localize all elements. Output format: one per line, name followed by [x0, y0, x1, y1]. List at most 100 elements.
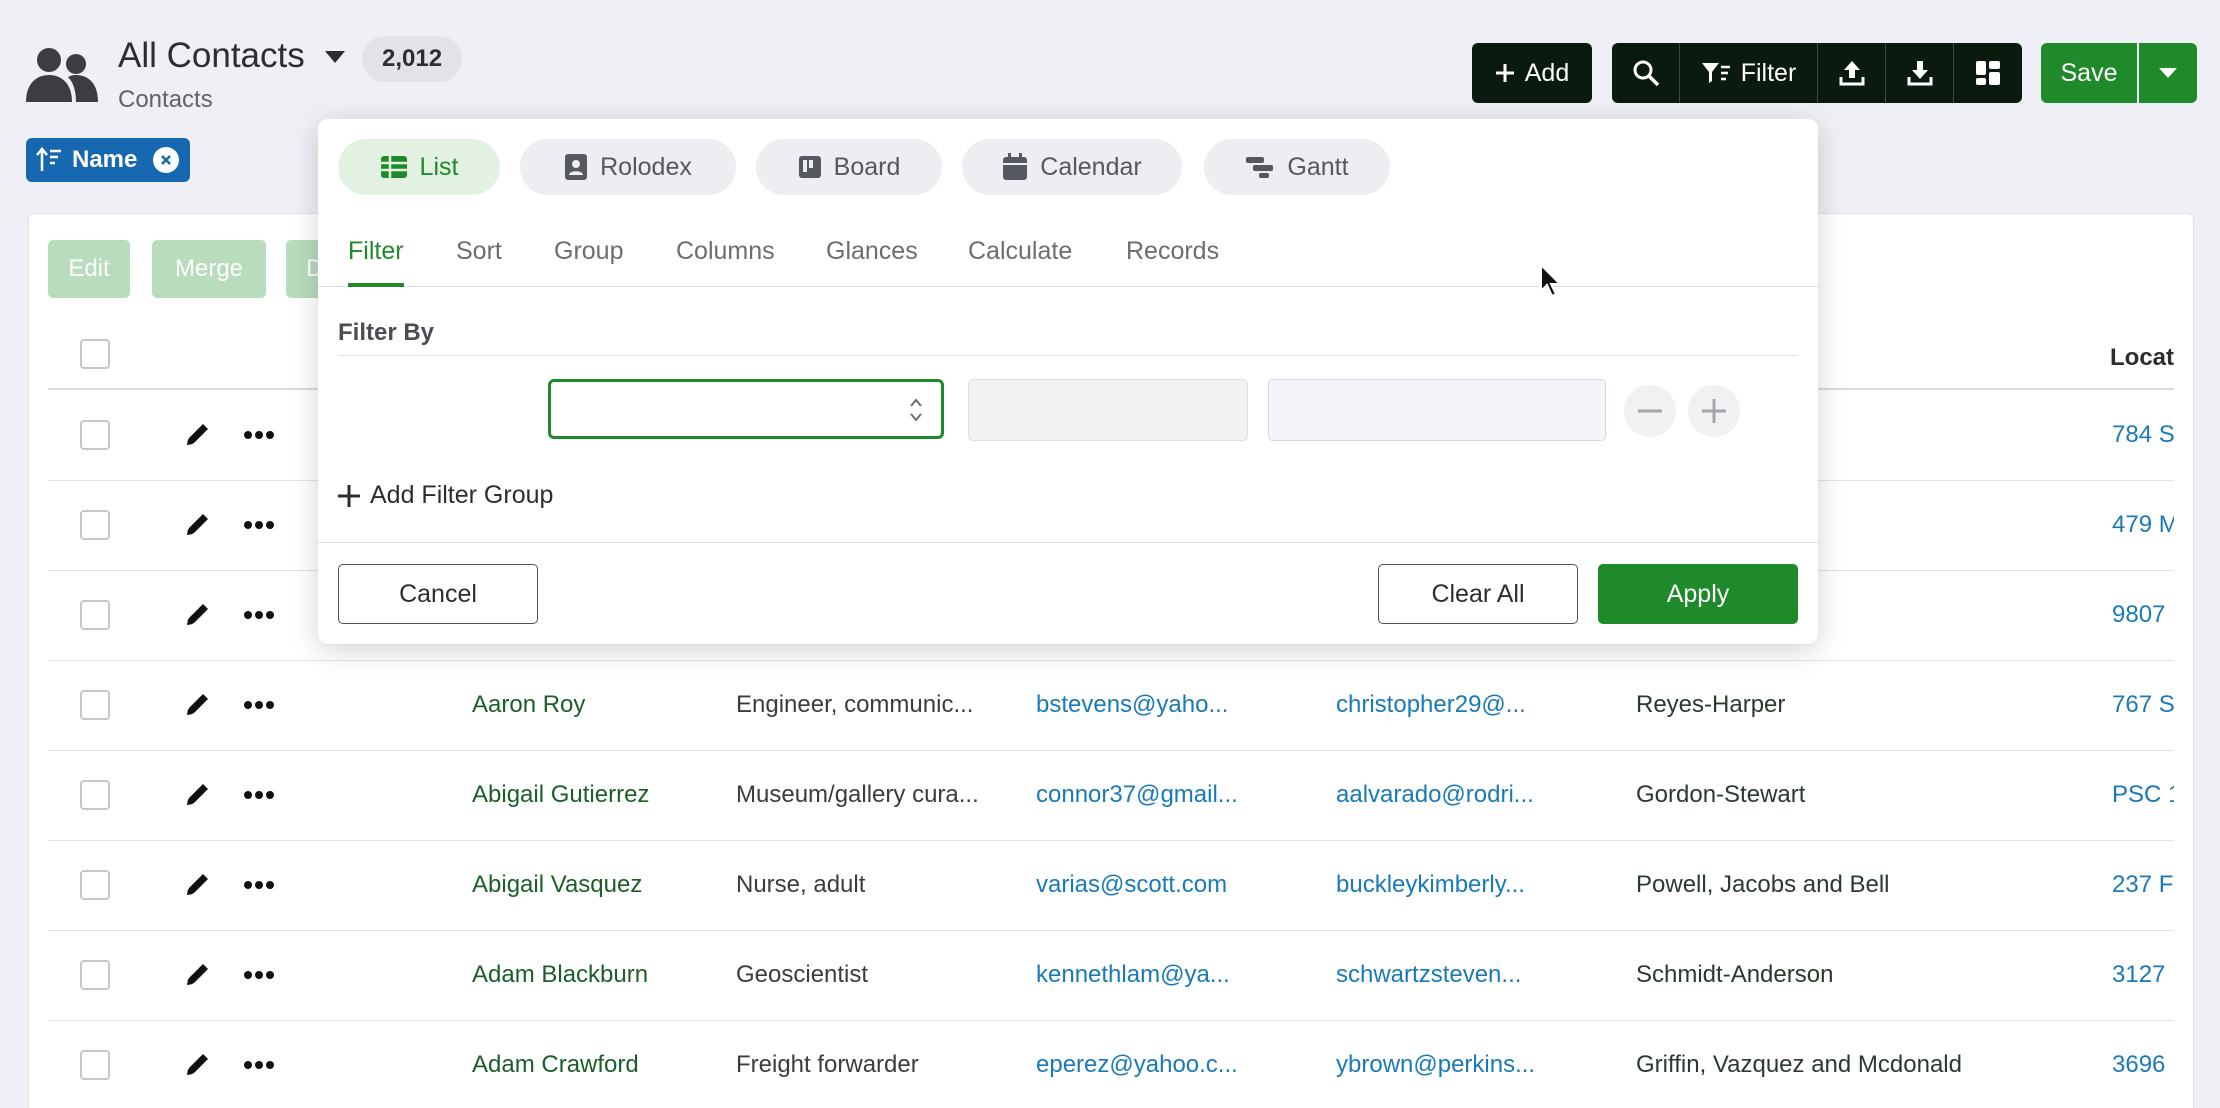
- more-options-icon[interactable]: [244, 610, 274, 620]
- filter-button[interactable]: Filter: [1680, 43, 1818, 103]
- contact-name-link[interactable]: Adam Blackburn: [472, 961, 648, 989]
- more-options-icon[interactable]: [244, 790, 274, 800]
- filter-by-heading: Filter By: [338, 319, 435, 346]
- remove-filter-button[interactable]: [1624, 385, 1676, 437]
- secondary-email-link[interactable]: ybrown@perkins...: [1336, 1051, 1535, 1079]
- secondary-email-link[interactable]: aalvarado@rodri...: [1336, 781, 1534, 809]
- location-link[interactable]: 237 F: [2112, 871, 2174, 899]
- email-link[interactable]: eperez@yahoo.c...: [1036, 1051, 1238, 1079]
- view-tab-rolodex[interactable]: Rolodex: [520, 139, 736, 195]
- row-checkbox[interactable]: [80, 780, 110, 810]
- tab-sort[interactable]: Sort: [456, 237, 502, 287]
- view-tab-gantt[interactable]: Gantt: [1204, 139, 1390, 195]
- merge-button[interactable]: Merge: [152, 240, 266, 298]
- record-count-badge: 2,012: [362, 36, 463, 82]
- tab-glances[interactable]: Glances: [826, 237, 918, 287]
- save-options-button[interactable]: [2139, 43, 2197, 103]
- job-title-cell: Geoscientist: [736, 961, 869, 988]
- board-icon: [798, 155, 822, 179]
- location-link[interactable]: 3127: [2112, 961, 2174, 989]
- email-link[interactable]: varias@scott.com: [1036, 871, 1227, 899]
- edit-button[interactable]: Edit: [48, 240, 130, 298]
- clear-all-button[interactable]: Clear All: [1378, 564, 1578, 624]
- location-link[interactable]: 3696: [2112, 1051, 2174, 1079]
- add-filter-group-button[interactable]: Add Filter Group: [338, 481, 553, 510]
- pencil-icon[interactable]: [184, 960, 212, 988]
- view-tab-list[interactable]: List: [338, 139, 500, 195]
- search-button[interactable]: [1612, 43, 1680, 103]
- pencil-icon[interactable]: [184, 690, 212, 718]
- apply-button[interactable]: Apply: [1598, 564, 1798, 624]
- row-checkbox[interactable]: [80, 600, 110, 630]
- download-icon: [1906, 59, 1934, 87]
- download-button[interactable]: [1886, 43, 1954, 103]
- email-link[interactable]: connor37@gmail...: [1036, 781, 1238, 809]
- pencil-icon[interactable]: [184, 600, 212, 628]
- location-link[interactable]: 767 S: [2112, 691, 2174, 719]
- contact-name-link[interactable]: Abigail Vasquez: [472, 871, 642, 899]
- layout-button[interactable]: [1954, 43, 2022, 103]
- location-link[interactable]: PSC 1: [2112, 781, 2174, 809]
- email-link[interactable]: bstevens@yaho...: [1036, 691, 1228, 719]
- secondary-email-link[interactable]: buckleykimberly...: [1336, 871, 1525, 899]
- pencil-icon[interactable]: [184, 1050, 212, 1078]
- plus-icon: [1702, 399, 1726, 423]
- view-tab-label: Calendar: [1040, 152, 1142, 181]
- view-tab-label: Gantt: [1287, 152, 1349, 181]
- contact-name-link[interactable]: Aaron Roy: [472, 691, 585, 719]
- list-icon: [380, 155, 408, 179]
- add-filter-button[interactable]: [1688, 385, 1740, 437]
- tab-filter[interactable]: Filter: [348, 237, 404, 287]
- more-options-icon[interactable]: [244, 970, 274, 980]
- view-tab-board[interactable]: Board: [756, 139, 942, 195]
- remove-sort-button[interactable]: [153, 147, 180, 173]
- filter-value-input[interactable]: [1268, 379, 1606, 441]
- cancel-button[interactable]: Cancel: [338, 564, 538, 624]
- row-checkbox[interactable]: [80, 510, 110, 540]
- tab-calculate[interactable]: Calculate: [968, 237, 1072, 287]
- filter-operator-select[interactable]: [968, 379, 1248, 441]
- contact-name-link[interactable]: Abigail Gutierrez: [472, 781, 649, 809]
- location-link[interactable]: 9807: [2112, 601, 2174, 629]
- row-divider: [48, 840, 2174, 841]
- sort-ascending-icon: [36, 147, 62, 173]
- company-cell: Gordon-Stewart: [1636, 781, 1806, 808]
- filter-icon: [1701, 61, 1731, 85]
- add-button[interactable]: Add: [1472, 43, 1592, 103]
- pencil-icon[interactable]: [184, 780, 212, 808]
- more-options-icon[interactable]: [244, 1060, 274, 1070]
- tab-records[interactable]: Records: [1126, 237, 1219, 287]
- row-checkbox[interactable]: [80, 690, 110, 720]
- location-link[interactable]: 784 S: [2112, 421, 2174, 449]
- select-updown-icon: [909, 396, 923, 424]
- row-checkbox[interactable]: [80, 870, 110, 900]
- email-link[interactable]: kennethlam@ya...: [1036, 961, 1230, 989]
- select-all-checkbox[interactable]: [80, 339, 110, 369]
- secondary-email-link[interactable]: schwartzsteven...: [1336, 961, 1521, 989]
- more-options-icon[interactable]: [244, 430, 274, 440]
- save-button[interactable]: Save: [2041, 43, 2137, 103]
- pencil-icon[interactable]: [184, 510, 212, 538]
- pencil-icon[interactable]: [184, 420, 212, 448]
- more-options-icon[interactable]: [244, 700, 274, 710]
- tab-group[interactable]: Group: [554, 237, 623, 287]
- gantt-icon: [1245, 155, 1275, 179]
- pencil-icon[interactable]: [184, 870, 212, 898]
- company-cell: Powell, Jacobs and Bell: [1636, 871, 1890, 898]
- row-divider: [48, 660, 2174, 661]
- row-checkbox[interactable]: [80, 420, 110, 450]
- plus-icon: [338, 484, 360, 507]
- row-checkbox[interactable]: [80, 1050, 110, 1080]
- row-checkbox[interactable]: [80, 960, 110, 990]
- sort-chip[interactable]: Name: [26, 138, 190, 182]
- tab-columns[interactable]: Columns: [676, 237, 775, 287]
- location-link[interactable]: 479 M: [2112, 511, 2174, 539]
- filter-field-select[interactable]: [548, 379, 944, 439]
- contact-name-link[interactable]: Adam Crawford: [472, 1051, 639, 1079]
- view-tab-calendar[interactable]: Calendar: [962, 139, 1182, 195]
- secondary-email-link[interactable]: christopher29@...: [1336, 691, 1526, 719]
- upload-button[interactable]: [1818, 43, 1886, 103]
- more-options-icon[interactable]: [244, 520, 274, 530]
- chevron-down-icon[interactable]: [324, 50, 346, 64]
- more-options-icon[interactable]: [244, 880, 274, 890]
